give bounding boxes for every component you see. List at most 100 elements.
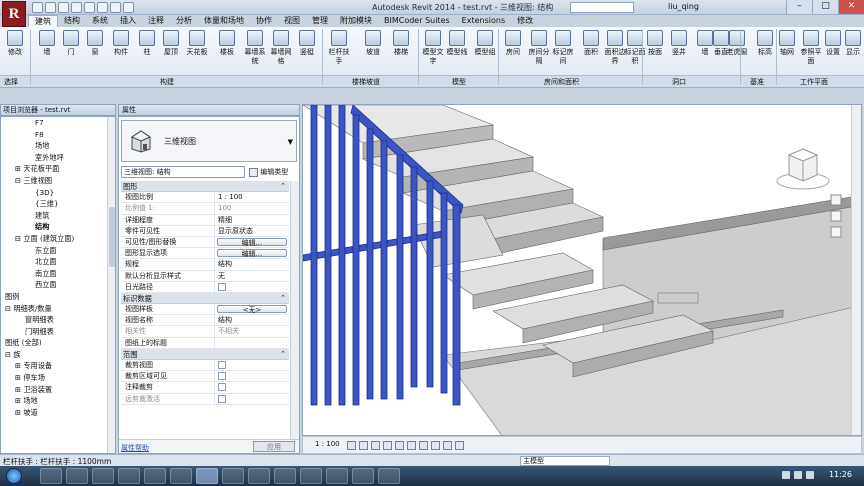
app-cad-icon[interactable] xyxy=(352,468,374,484)
ribbon-button-0[interactable]: 修改 xyxy=(4,30,26,57)
tree-item[interactable]: 北立面 xyxy=(1,256,115,268)
sun-path-icon[interactable] xyxy=(371,441,380,450)
property-edit-button[interactable]: 编辑... xyxy=(217,249,287,258)
ribbon-button-31[interactable]: 参照平面 xyxy=(800,30,822,66)
start-button[interactable] xyxy=(6,468,22,484)
ribbon-button-17[interactable]: 模型组 xyxy=(474,30,496,57)
revit-logo-icon[interactable]: R xyxy=(2,1,26,27)
ribbon-button-8[interactable]: 楼板 xyxy=(216,30,238,57)
tab-5[interactable]: 分析 xyxy=(170,15,198,27)
tab-11[interactable]: BIMCoder Suites xyxy=(378,15,456,27)
user-name[interactable]: liu_qing xyxy=(668,2,699,11)
tree-item[interactable]: 东立面 xyxy=(1,245,115,257)
properties-help-link[interactable]: 属性帮助 xyxy=(121,443,149,453)
tab-8[interactable]: 视图 xyxy=(278,15,306,27)
property-category[interactable]: 图形 ⌃ xyxy=(121,181,289,193)
ribbon-button-25[interactable]: 竖井 xyxy=(668,30,690,57)
app-chat-icon[interactable] xyxy=(170,468,192,484)
ribbon-button-22[interactable]: 面积边界 xyxy=(604,30,626,66)
shadows-icon[interactable] xyxy=(383,441,392,450)
property-checkbox-cell[interactable] xyxy=(215,360,289,370)
ribbon-button-21[interactable]: 面积 xyxy=(580,30,602,57)
tray-volume-icon[interactable] xyxy=(794,471,802,479)
tree-item[interactable]: 建筑 xyxy=(1,210,115,222)
tree-item[interactable]: ⊞ 天花板平面 xyxy=(1,163,115,175)
render-icon[interactable] xyxy=(395,441,404,450)
tree-item[interactable]: ⊞ 卫浴装置 xyxy=(1,384,115,396)
tree-item[interactable]: ⊟ 族 xyxy=(1,349,115,361)
tree-item[interactable]: F7 xyxy=(1,117,115,129)
tree-item[interactable]: ⊞ 坡道 xyxy=(1,407,115,419)
property-checkbox-cell[interactable] xyxy=(215,382,289,392)
detail-level-icon[interactable] xyxy=(347,441,356,450)
collapse-icon[interactable]: ⌃ xyxy=(280,181,286,192)
chevron-down-icon[interactable]: ▼ xyxy=(288,138,293,146)
property-checkbox-cell[interactable] xyxy=(215,282,289,292)
tab-0[interactable]: 建筑 xyxy=(28,15,58,27)
ribbon-button-9[interactable]: 幕墙系统 xyxy=(244,30,266,66)
tree-item[interactable]: 西立面 xyxy=(1,279,115,291)
tab-12[interactable]: Extensions xyxy=(456,15,511,27)
tree-item[interactable]: ⊞ 场地 xyxy=(1,395,115,407)
tree-item[interactable]: 窗明细表 xyxy=(1,314,115,326)
ribbon-button-10[interactable]: 幕墙网格 xyxy=(270,30,292,66)
tab-2[interactable]: 系统 xyxy=(86,15,114,27)
crop-region-icon[interactable] xyxy=(419,441,428,450)
scroll-thumb[interactable] xyxy=(109,207,115,267)
tree-item[interactable]: 门明细表 xyxy=(1,326,115,338)
property-edit-button[interactable]: 编辑... xyxy=(217,237,287,247)
app-qq-icon[interactable] xyxy=(300,468,322,484)
property-checkbox-cell[interactable] xyxy=(215,371,289,381)
tree-item[interactable]: F8 xyxy=(1,129,115,141)
tab-7[interactable]: 协作 xyxy=(250,15,278,27)
tab-6[interactable]: 体量和场地 xyxy=(198,15,250,27)
tree-item[interactable]: 图例 xyxy=(1,291,115,303)
ribbon-button-6[interactable]: 屋顶 xyxy=(160,30,182,57)
app-browser-icon[interactable] xyxy=(66,468,88,484)
tree-item[interactable]: 场地 xyxy=(1,140,115,152)
maximize-button[interactable]: □ xyxy=(812,0,838,14)
reveal-hidden-icon[interactable] xyxy=(455,441,464,450)
stair-model-3d[interactable] xyxy=(303,105,861,436)
tree-item[interactable]: ⊟ 三维视图 xyxy=(1,175,115,187)
tree-item[interactable]: ⊟ 立面 (建筑立面) xyxy=(1,233,115,245)
instance-filter-select[interactable]: 三维视图: 结构 xyxy=(121,166,245,178)
app-office-icon[interactable] xyxy=(274,468,296,484)
print-icon[interactable] xyxy=(84,2,95,13)
ribbon-button-14[interactable]: 楼梯 xyxy=(390,30,412,57)
ribbon-button-24[interactable]: 按面 xyxy=(644,30,666,57)
search-input[interactable] xyxy=(570,2,634,13)
property-checkbox-cell[interactable] xyxy=(215,394,289,404)
tree-item[interactable]: 结构 xyxy=(1,221,115,233)
property-category[interactable]: 标识数据 ⌃ xyxy=(121,292,289,305)
app-folder-icon[interactable] xyxy=(118,468,140,484)
ribbon-button-32[interactable]: 设置 xyxy=(822,30,844,57)
ribbon-button-33[interactable]: 显示 xyxy=(842,30,864,57)
properties-scrollbar[interactable] xyxy=(290,181,299,439)
checkbox[interactable] xyxy=(218,383,226,392)
section-icon[interactable] xyxy=(123,2,134,13)
tree-item[interactable]: ⊞ 专用设备 xyxy=(1,360,115,372)
close-button[interactable]: ✕ xyxy=(838,0,864,14)
undo-icon[interactable] xyxy=(58,2,69,13)
3d-view-icon[interactable] xyxy=(110,2,121,13)
viewcube-icon[interactable] xyxy=(776,148,830,190)
view-scale[interactable]: 1 : 100 xyxy=(315,440,340,448)
ribbon-button-12[interactable]: 栏杆扶手 xyxy=(328,30,350,66)
open-icon[interactable] xyxy=(32,2,43,13)
tray-network-icon[interactable] xyxy=(782,471,790,479)
app-revit-icon[interactable] xyxy=(196,468,218,484)
tree-item[interactable]: 室外地坪 xyxy=(1,152,115,164)
edit-type-button[interactable]: 编辑类型 xyxy=(249,166,288,178)
tree-item[interactable]: ⊞ 停车场 xyxy=(1,372,115,384)
app-ie-icon[interactable] xyxy=(248,468,270,484)
tree-item[interactable]: 南立面 xyxy=(1,268,115,280)
ribbon-button-30[interactable]: 轴网 xyxy=(776,30,798,57)
3d-viewport[interactable] xyxy=(302,104,862,436)
temp-hide-icon[interactable] xyxy=(443,441,452,450)
ribbon-button-11[interactable]: 竖梃 xyxy=(296,30,318,57)
viewport-scrollbar[interactable] xyxy=(851,105,861,435)
redo-icon[interactable] xyxy=(71,2,82,13)
checkbox[interactable] xyxy=(218,361,226,369)
ribbon-button-1[interactable]: 墙 xyxy=(36,30,58,57)
